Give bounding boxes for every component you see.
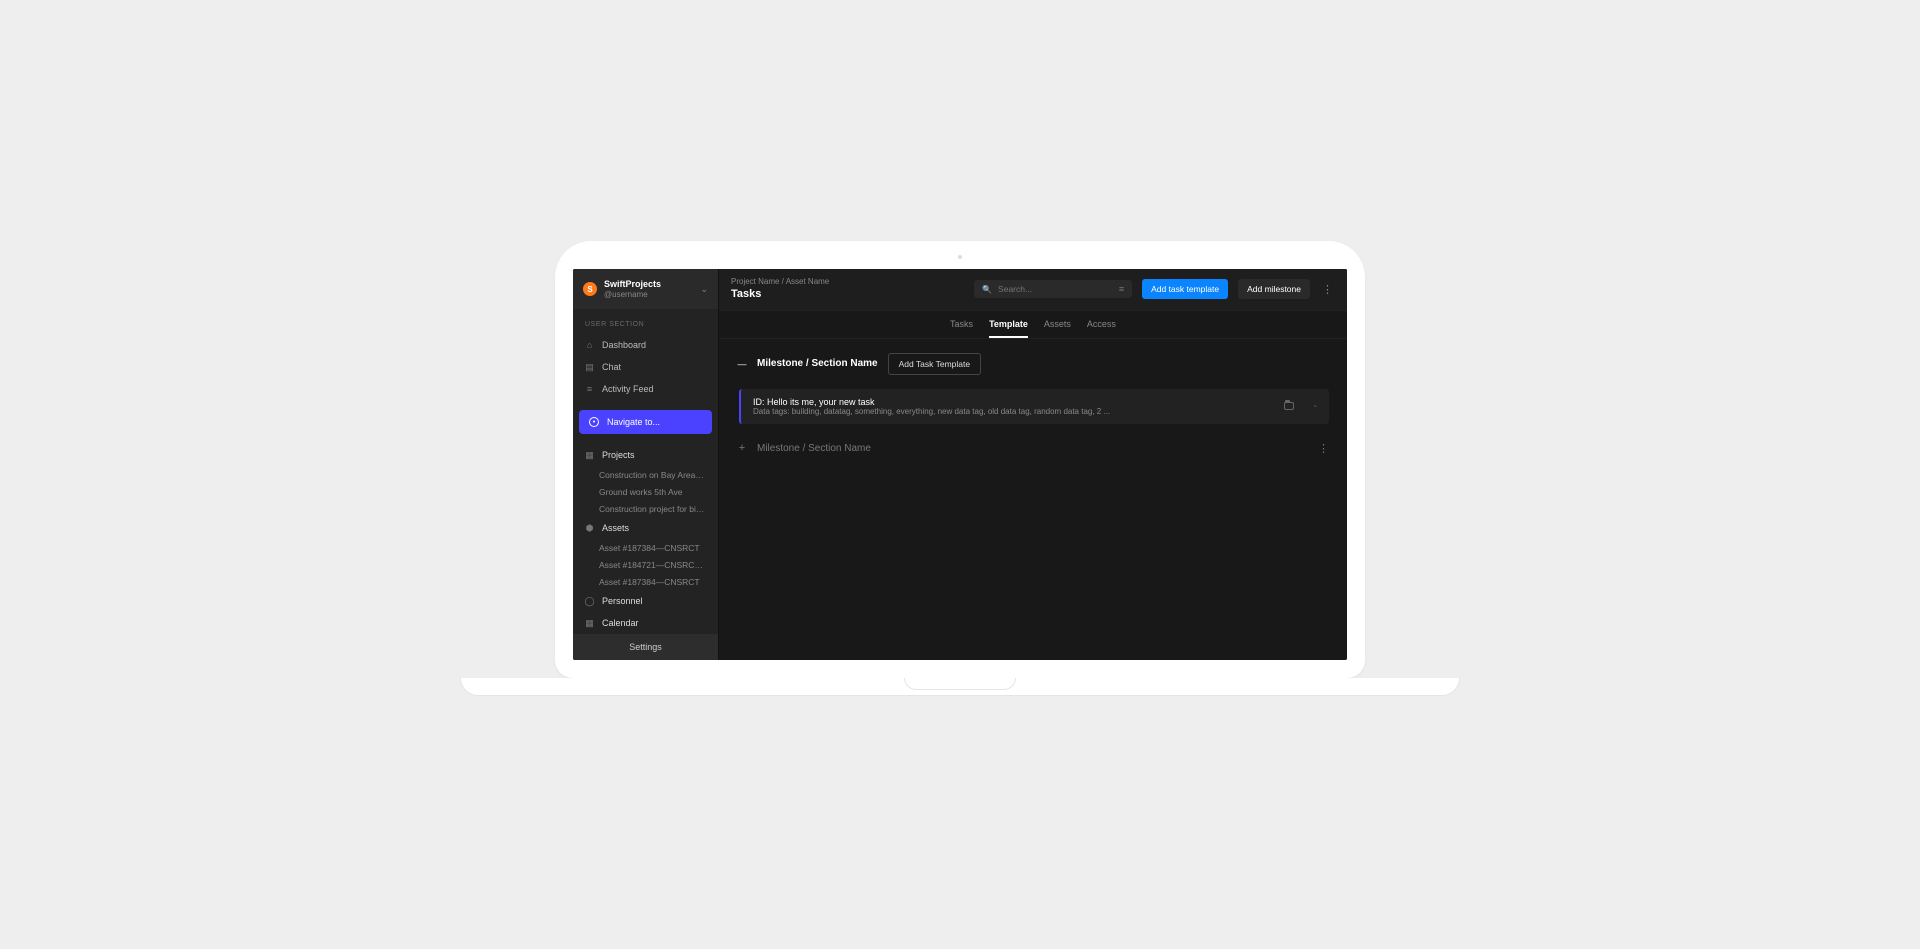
task-dash: - [1314, 401, 1317, 412]
more-icon[interactable]: ⋮ [1320, 283, 1335, 296]
main: Project Name / Asset Name Tasks 🔍 ≡ Add … [719, 269, 1347, 660]
task-actions: - [1284, 401, 1317, 412]
sidebar-item-calendar[interactable]: ▦ Calendar [573, 612, 718, 634]
sidebar-group-assets[interactable]: ⬢ Assets [573, 517, 718, 539]
calendar-icon: ▦ [585, 619, 594, 628]
sidebar-item-label: Personnel [602, 596, 643, 606]
task-tags-prefix: Data tags: [753, 407, 789, 416]
task-card[interactable]: ID: Hello its me, your new task Data tag… [739, 389, 1329, 424]
topbar: Project Name / Asset Name Tasks 🔍 ≡ Add … [719, 269, 1347, 311]
sidebar-subitem-asset[interactable]: Asset #184721—CNSRCT/5AA [573, 556, 718, 573]
home-icon: ⌂ [585, 341, 594, 350]
tab-template[interactable]: Template [989, 311, 1028, 338]
filter-icon[interactable]: ≡ [1119, 284, 1124, 294]
cube-icon: ⬢ [585, 524, 594, 533]
tab-tasks[interactable]: Tasks [950, 311, 973, 338]
tab-assets[interactable]: Assets [1044, 311, 1071, 338]
content: — Milestone / Section Name Add Task Temp… [719, 339, 1347, 660]
add-milestone-button[interactable]: Add milestone [1238, 279, 1310, 299]
add-milestone-label: Milestone / Section Name [757, 443, 871, 454]
sidebar-item-personnel[interactable]: ◯ Personnel [573, 590, 718, 612]
add-milestone-row[interactable]: + Milestone / Section Name ⋮ [737, 442, 1329, 455]
search-input[interactable] [998, 284, 1113, 294]
breadcrumb-path[interactable]: Project Name / Asset Name [731, 277, 829, 287]
sidebar-item-chat[interactable]: ▤ Chat [573, 356, 718, 378]
target-icon: • [589, 417, 599, 427]
task-tags: Data tags: building, datatag, something,… [753, 407, 1272, 416]
sidebar-subitem-asset[interactable]: Asset #187384—CNSRCT [573, 539, 718, 556]
sidebar-item-activity[interactable]: ≡ Activity Feed [573, 378, 718, 400]
folder-icon[interactable] [1284, 402, 1294, 410]
section-label: USER SECTION [573, 309, 718, 334]
page-title: Tasks [731, 287, 829, 301]
sidebar-subitem-project[interactable]: Ground works 5th Ave [573, 483, 718, 500]
milestone-header: — Milestone / Section Name Add Task Temp… [737, 353, 1329, 375]
collapse-icon[interactable]: — [737, 359, 747, 369]
task-title: ID: Hello its me, your new task [753, 397, 1272, 407]
sidebar-subitem-asset[interactable]: Asset #187384—CNSRCT [573, 573, 718, 590]
milestone-name: Milestone / Section Name [757, 358, 878, 369]
sidebar: S SwiftProjects @username ⌄ USER SECTION… [573, 269, 719, 660]
sidebar-subitem-project[interactable]: Construction on Bay Area Lake... [573, 466, 718, 483]
breadcrumb: Project Name / Asset Name Tasks [731, 277, 829, 302]
laptop-mockup: S SwiftProjects @username ⌄ USER SECTION… [555, 241, 1365, 708]
group-label: Assets [602, 523, 629, 533]
chevron-down-icon[interactable]: ⌄ [700, 284, 708, 295]
add-task-template-inline-button[interactable]: Add Task Template [888, 353, 982, 375]
task-tags-values: building, datatag, something, everything… [792, 407, 1110, 416]
tab-access[interactable]: Access [1087, 311, 1116, 338]
sidebar-settings[interactable]: Settings [573, 634, 718, 660]
laptop-base [555, 678, 1365, 708]
more-icon[interactable]: ⋮ [1318, 442, 1329, 455]
person-icon: ◯ [585, 597, 594, 606]
navigate-label: Navigate to... [607, 417, 660, 427]
sidebar-item-label: Dashboard [602, 340, 646, 350]
add-task-template-button[interactable]: Add task template [1142, 279, 1228, 299]
camera-dot [958, 255, 962, 259]
plus-icon: + [737, 442, 747, 454]
search-icon: 🔍 [982, 285, 992, 294]
brand-username: @username [604, 290, 693, 300]
app-screen: S SwiftProjects @username ⌄ USER SECTION… [573, 269, 1347, 660]
sidebar-item-dashboard[interactable]: ⌂ Dashboard [573, 334, 718, 356]
brand-name: SwiftProjects [604, 279, 693, 290]
sidebar-group-projects[interactable]: ▦ Projects [573, 444, 718, 466]
grid-icon: ▦ [585, 451, 594, 460]
laptop-lid: S SwiftProjects @username ⌄ USER SECTION… [555, 241, 1365, 678]
settings-label: Settings [629, 642, 662, 652]
sidebar-item-label: Calendar [602, 618, 639, 628]
brand-header[interactable]: S SwiftProjects @username ⌄ [573, 269, 718, 309]
sidebar-item-label: Chat [602, 362, 621, 372]
brand-meta: SwiftProjects @username [604, 279, 693, 299]
avatar: S [583, 282, 597, 296]
search-input-wrap[interactable]: 🔍 ≡ [974, 280, 1132, 298]
list-icon: ≡ [585, 385, 594, 394]
task-body: ID: Hello its me, your new task Data tag… [753, 397, 1272, 416]
navigate-to-button[interactable]: • Navigate to... [579, 410, 712, 434]
sidebar-item-label: Activity Feed [602, 384, 654, 394]
sidebar-subitem-project[interactable]: Construction project for big de... [573, 500, 718, 517]
tabs: Tasks Template Assets Access [719, 311, 1347, 339]
chat-icon: ▤ [585, 363, 594, 372]
group-label: Projects [602, 450, 635, 460]
laptop-notch [904, 678, 1016, 690]
